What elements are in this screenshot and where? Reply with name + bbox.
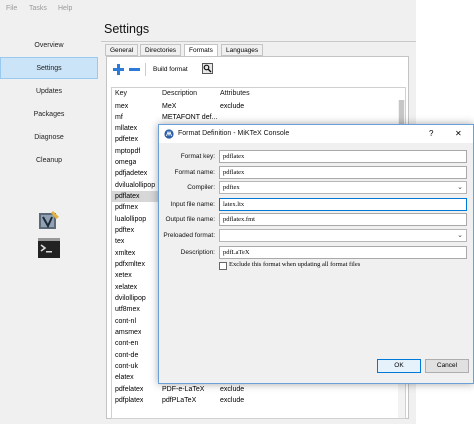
tab-general[interactable]: General	[105, 44, 139, 56]
cell-key: pdftex	[115, 227, 135, 235]
tex-editor-icon[interactable]	[37, 208, 61, 232]
format-key-label: Format key:	[180, 153, 215, 160]
output-file-field[interactable]: pdflatex.fmt	[219, 213, 467, 226]
cell-key: amsmex	[115, 329, 142, 337]
dialog-titlebar: Format Definition - MiKTeX Console ? ✕	[159, 125, 473, 143]
exclude-checkbox[interactable]	[219, 262, 227, 270]
preloaded-format-label: Preloaded format:	[163, 232, 215, 239]
cell-key: xmltex	[115, 249, 136, 257]
cell-attributes: exclude	[220, 385, 245, 393]
cell-key: cont-uk	[115, 363, 138, 371]
scrollbar-thumb[interactable]	[399, 100, 404, 126]
cell-key: pdfplatex	[115, 397, 144, 405]
menu-bar: File Tasks Help	[0, 0, 416, 18]
cell-key: cont-de	[115, 351, 139, 359]
format-key-field[interactable]: pdflatex	[219, 150, 467, 163]
chevron-down-icon: ⌄	[457, 231, 463, 239]
cell-key: omega	[115, 159, 137, 167]
compiler-label: Compiler:	[187, 184, 215, 191]
sidebar: Overview Settings Updates Packages Diagn…	[0, 18, 101, 424]
properties-icon[interactable]	[202, 63, 213, 74]
chevron-down-icon: ⌄	[457, 183, 463, 191]
cell-key: xelatex	[115, 283, 138, 291]
cell-key: cont-en	[115, 340, 139, 348]
column-header-description[interactable]: Description	[162, 90, 197, 97]
cell-key: utf8mex	[115, 306, 140, 314]
cell-key: cont-nl	[115, 317, 137, 325]
cell-key: pdfetex	[115, 136, 138, 144]
cell-key: lualollipop	[115, 215, 147, 223]
cell-key: dvilollipop	[115, 295, 146, 303]
minus-icon[interactable]	[129, 64, 140, 75]
help-button[interactable]: ?	[429, 129, 433, 138]
cell-key: mf	[115, 113, 123, 121]
exclude-checkbox-label: Exclude this format when updating all fo…	[229, 261, 361, 268]
cell-key: pdfjadetex	[115, 170, 148, 178]
cell-description: METAFONT def...	[162, 113, 218, 121]
table-row[interactable]: pdfplatex pdfPLaTeX exclude	[112, 395, 400, 406]
cell-key: mptopdf	[115, 147, 141, 155]
divider	[101, 41, 416, 42]
compiler-select[interactable]: pdftex ⌄	[219, 181, 467, 194]
sidebar-item-packages[interactable]: Packages	[0, 104, 98, 126]
cell-key: xetex	[115, 272, 132, 280]
cell-key: pdfmex	[115, 204, 138, 212]
cell-description: pdfPLaTeX	[162, 397, 197, 405]
cancel-button[interactable]: Cancel	[425, 359, 469, 373]
cell-key: mllatex	[115, 125, 138, 133]
cell-key: pdfxmltex	[115, 261, 145, 269]
description-label: Description:	[180, 249, 215, 256]
miktex-icon	[164, 129, 174, 139]
table-row[interactable]: mf METAFONT def...	[112, 112, 400, 123]
cell-key: pdflatex	[115, 193, 140, 201]
cell-attributes: exclude	[220, 102, 245, 110]
formats-toolbar: Build format	[107, 57, 408, 76]
format-definition-dialog: Format Definition - MiKTeX Console ? ✕ F…	[158, 124, 474, 384]
output-file-label: Output file name:	[165, 216, 216, 223]
menu-tasks[interactable]: Tasks	[29, 5, 47, 12]
close-icon[interactable]: ✕	[455, 129, 462, 138]
menu-file[interactable]: File	[6, 5, 17, 12]
description-field[interactable]: pdfLaTeX	[219, 246, 467, 259]
cell-key: elatex	[115, 374, 134, 382]
compiler-value: pdftex	[223, 184, 240, 191]
cell-attributes: exclude	[220, 397, 245, 405]
preloaded-format-select[interactable]: ⌄	[219, 229, 467, 242]
sidebar-item-diagnose[interactable]: Diagnose	[0, 127, 98, 149]
tab-languages[interactable]: Languages	[221, 44, 264, 56]
column-header-key[interactable]: Key	[115, 90, 127, 97]
format-name-field[interactable]: pdflatex	[219, 166, 467, 179]
dialog-title: Format Definition - MiKTeX Console	[178, 130, 290, 137]
table-row[interactable]: pdfelatex PDF-e-LaTeX exclude	[112, 384, 400, 395]
input-file-label: Input file name:	[170, 201, 215, 208]
format-name-label: Format name:	[174, 169, 215, 176]
cell-description: PDF-e-LaTeX	[162, 385, 205, 393]
cell-key: dvilualollipop	[115, 181, 156, 189]
ok-button[interactable]: OK	[377, 359, 421, 373]
table-row[interactable]: mex MeX exclude	[112, 101, 400, 112]
cell-key: mex	[115, 102, 129, 110]
cell-description: MeX	[162, 102, 177, 110]
sidebar-item-overview[interactable]: Overview	[0, 35, 98, 57]
sidebar-item-cleanup[interactable]: Cleanup	[0, 150, 98, 172]
sidebar-item-settings[interactable]: Settings	[0, 57, 98, 79]
cell-key: tex	[115, 238, 125, 246]
menu-help[interactable]: Help	[58, 5, 72, 12]
cell-key: pdfelatex	[115, 385, 144, 393]
input-file-field[interactable]: latex.ltx	[219, 198, 467, 211]
page-title: Settings	[104, 22, 150, 36]
toolbar-separator	[145, 63, 146, 76]
build-format-button[interactable]: Build format	[153, 66, 188, 73]
column-header-attributes[interactable]: Attributes	[220, 90, 250, 97]
plus-icon[interactable]	[113, 64, 124, 75]
tab-directories[interactable]: Directories	[140, 44, 182, 56]
sidebar-item-updates[interactable]: Updates	[0, 81, 98, 103]
terminal-icon[interactable]	[37, 236, 61, 260]
